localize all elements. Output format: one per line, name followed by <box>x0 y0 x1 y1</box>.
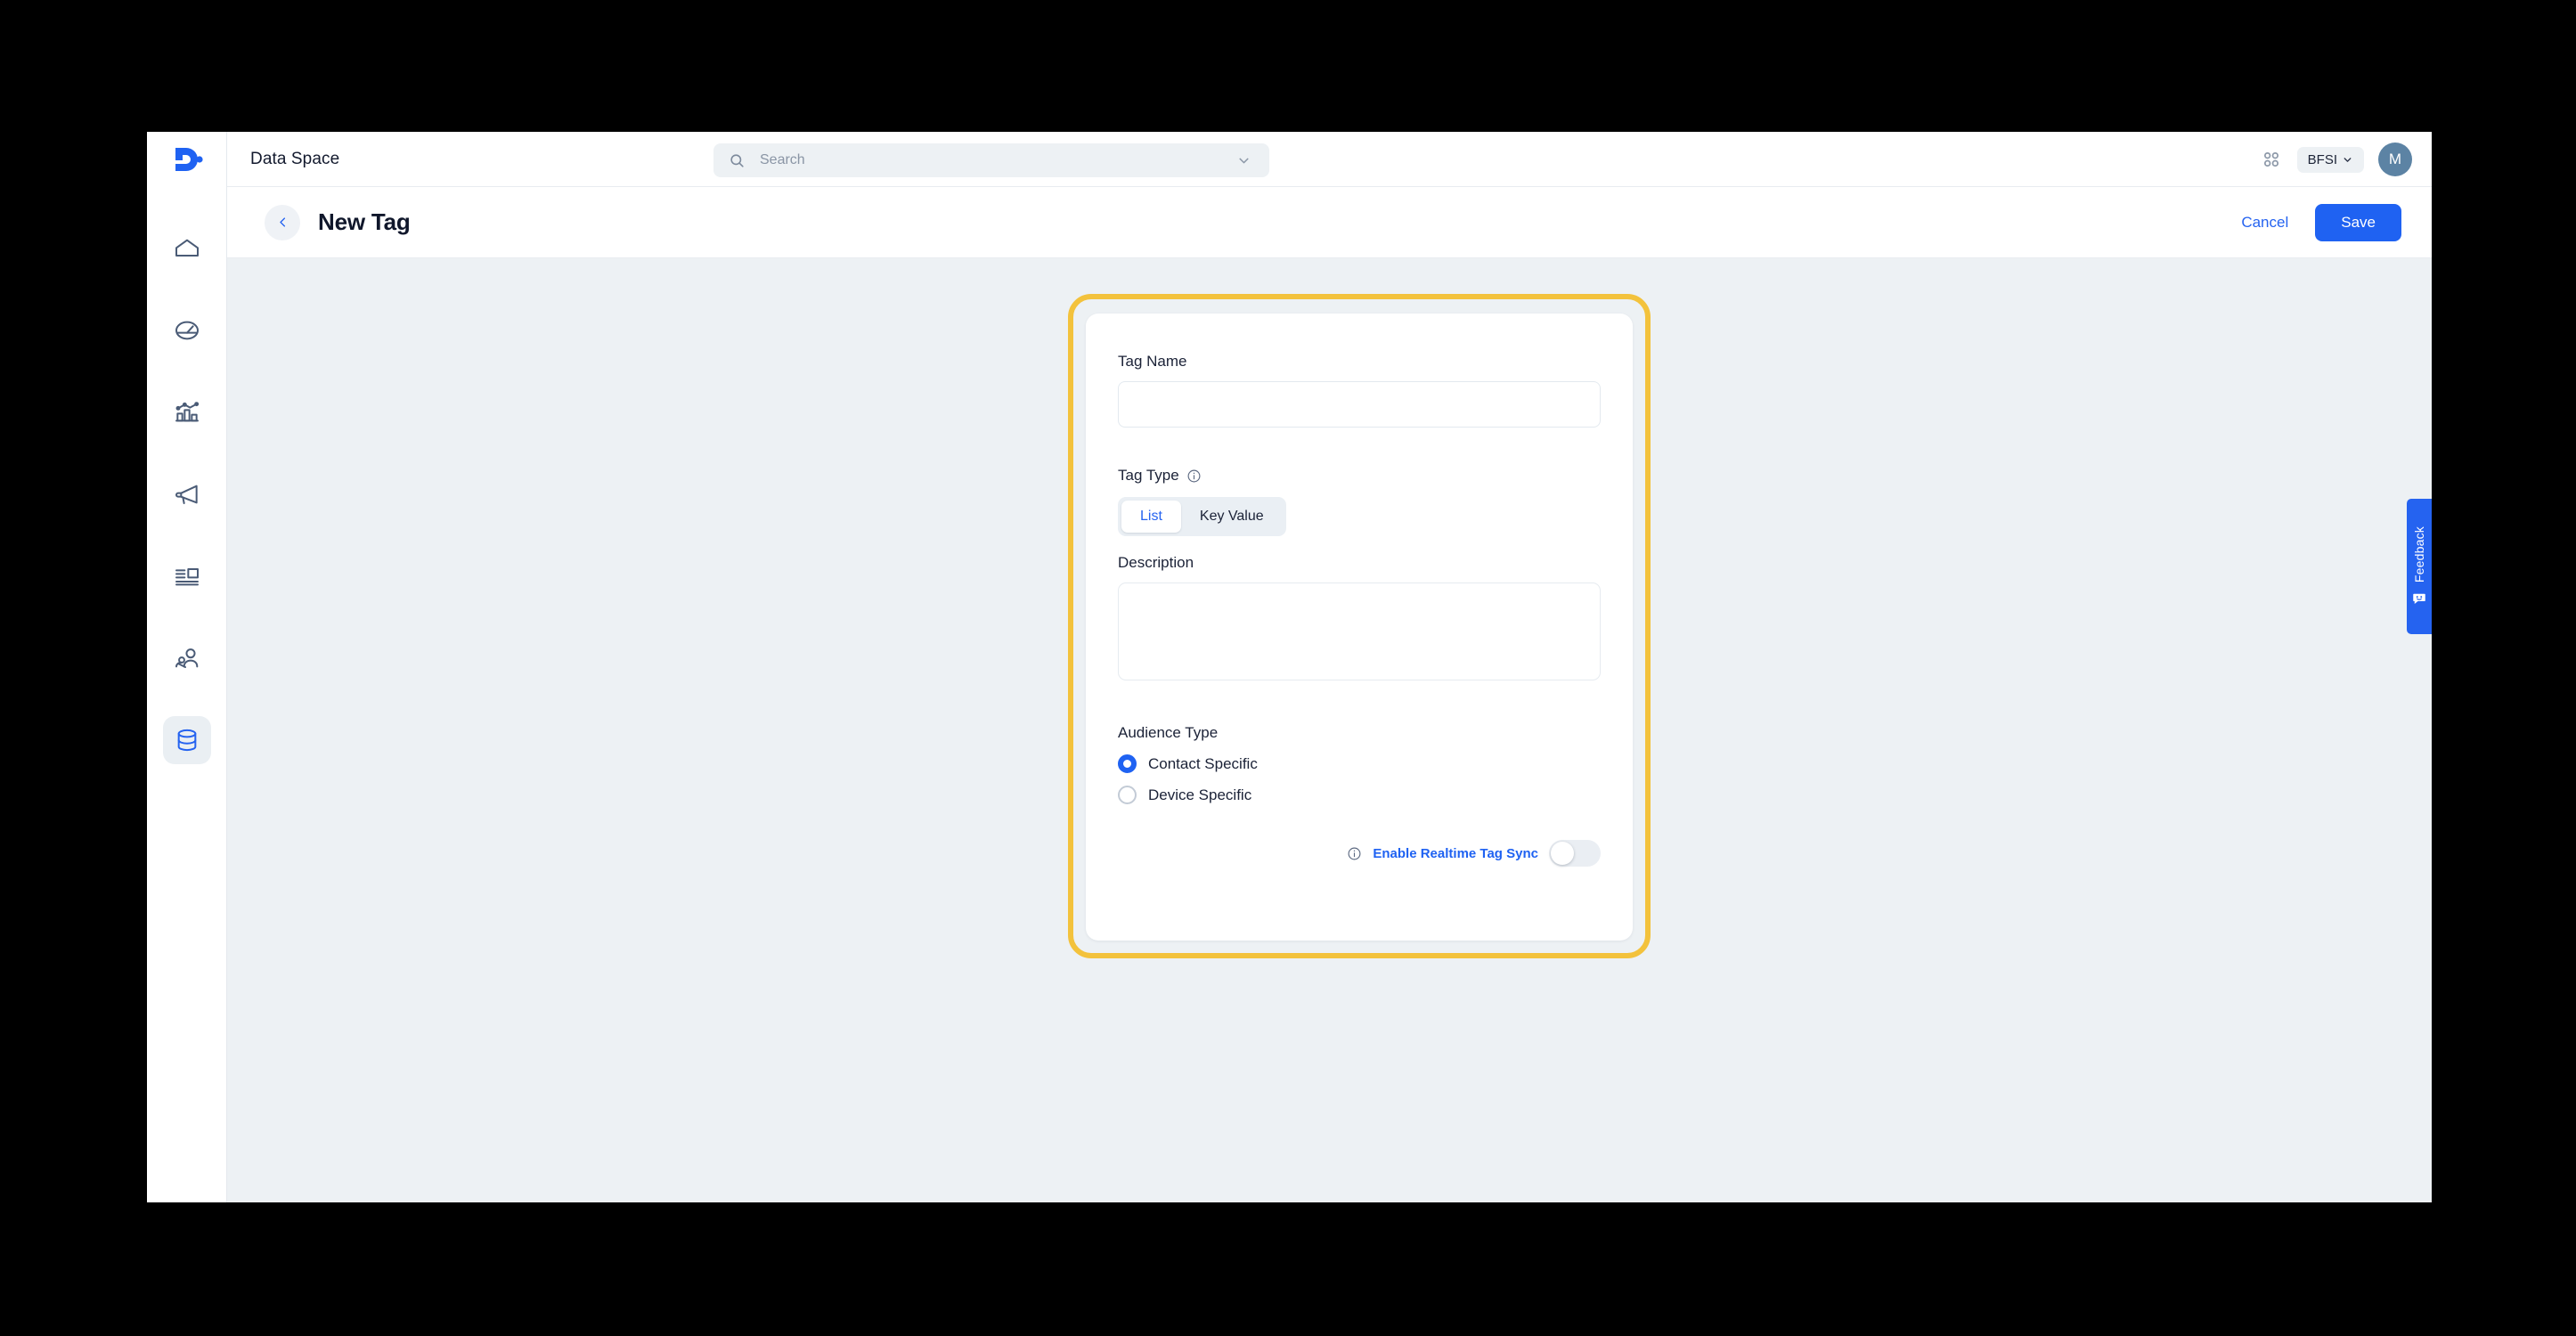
description-label: Description <box>1118 554 1194 571</box>
audience-option-device-specific[interactable]: Device Specific <box>1118 786 1601 804</box>
tag-type-segmented-control: List Key Value <box>1118 497 1286 536</box>
content-layout-icon <box>175 568 199 586</box>
sidebar-item-content[interactable] <box>163 552 211 600</box>
info-icon[interactable] <box>1186 468 1202 484</box>
top-bar: Data Space Search BFSI M <box>227 132 2432 187</box>
smiley-speech-bubble-icon <box>2413 593 2425 605</box>
sidebar-item-dashboard[interactable] <box>163 306 211 354</box>
people-icon <box>175 648 198 668</box>
radio-selected-icon <box>1118 754 1137 773</box>
audience-option-contact-specific[interactable]: Contact Specific <box>1118 754 1601 773</box>
info-icon[interactable] <box>1347 846 1362 861</box>
chevron-down-icon <box>2344 157 2352 162</box>
speedometer-icon <box>175 321 199 340</box>
search-placeholder: Search <box>760 152 805 167</box>
sidebar-item-home[interactable] <box>163 224 211 273</box>
sidebar-item-data-space[interactable] <box>162 716 211 764</box>
sidebar-item-analytics[interactable] <box>163 388 211 436</box>
save-button[interactable]: Save <box>2315 204 2401 241</box>
page-header: New Tag Cancel Save <box>227 187 2432 258</box>
bar-chart-icon <box>175 402 199 422</box>
feedback-tab[interactable]: Feedback <box>2407 499 2432 634</box>
audience-option-label: Contact Specific <box>1148 754 1258 772</box>
home-icon <box>175 239 199 257</box>
tag-type-label: Tag Type <box>1118 467 1601 485</box>
app-viewport: Data Space Search BFSI M New Tag Cancel … <box>147 132 2432 1202</box>
realtime-sync-label[interactable]: Enable Realtime Tag Sync <box>1373 846 1538 861</box>
cancel-button[interactable]: Cancel <box>2241 214 2288 232</box>
realtime-sync-toggle[interactable] <box>1549 840 1601 867</box>
avatar[interactable]: M <box>2378 143 2412 176</box>
tag-type-label-text: Tag Type <box>1118 467 1179 484</box>
tag-name-label: Tag Name <box>1118 353 1187 370</box>
sidebar-nav <box>147 224 226 764</box>
audience-option-label: Device Specific <box>1148 786 1252 803</box>
tenant-selector[interactable]: BFSI <box>2296 146 2364 173</box>
dengage-d-logo-icon <box>175 148 203 171</box>
description-input[interactable] <box>1118 582 1601 680</box>
back-button[interactable] <box>265 204 300 240</box>
app-logo[interactable] <box>147 132 226 187</box>
tenant-label: BFSI <box>2307 151 2337 167</box>
toggle-knob <box>1551 842 1574 865</box>
sidebar-item-audience[interactable] <box>163 634 211 682</box>
new-tag-form-card: Tag Name Tag Type List Key Value Descrip… <box>1086 314 1633 941</box>
chevron-down-icon[interactable] <box>1236 153 1251 168</box>
tag-type-option-list[interactable]: List <box>1121 501 1181 533</box>
chevron-left-icon <box>279 217 285 227</box>
tag-name-input[interactable] <box>1118 381 1601 428</box>
realtime-sync-row: Enable Realtime Tag Sync <box>1118 840 1601 867</box>
search-input[interactable]: Search <box>713 143 1269 177</box>
apps-grid-icon[interactable] <box>2260 148 2283 171</box>
search-icon <box>730 153 744 167</box>
sidebar-item-campaigns[interactable] <box>163 470 211 518</box>
feedback-label: Feedback <box>2412 525 2426 583</box>
sidebar <box>147 132 227 1202</box>
tag-type-option-key-value[interactable]: Key Value <box>1181 501 1283 533</box>
database-icon <box>177 729 196 752</box>
topbar-actions: BFSI M <box>2260 132 2412 187</box>
radio-unselected-icon <box>1118 786 1137 804</box>
page-title: New Tag <box>318 208 411 235</box>
app-title: Data Space <box>250 149 340 168</box>
megaphone-icon <box>175 485 198 504</box>
header-actions: Cancel Save <box>2241 187 2401 258</box>
audience-type-label: Audience Type <box>1118 724 1219 741</box>
content-area: Tag Name Tag Type List Key Value Descrip… <box>227 258 2432 1202</box>
